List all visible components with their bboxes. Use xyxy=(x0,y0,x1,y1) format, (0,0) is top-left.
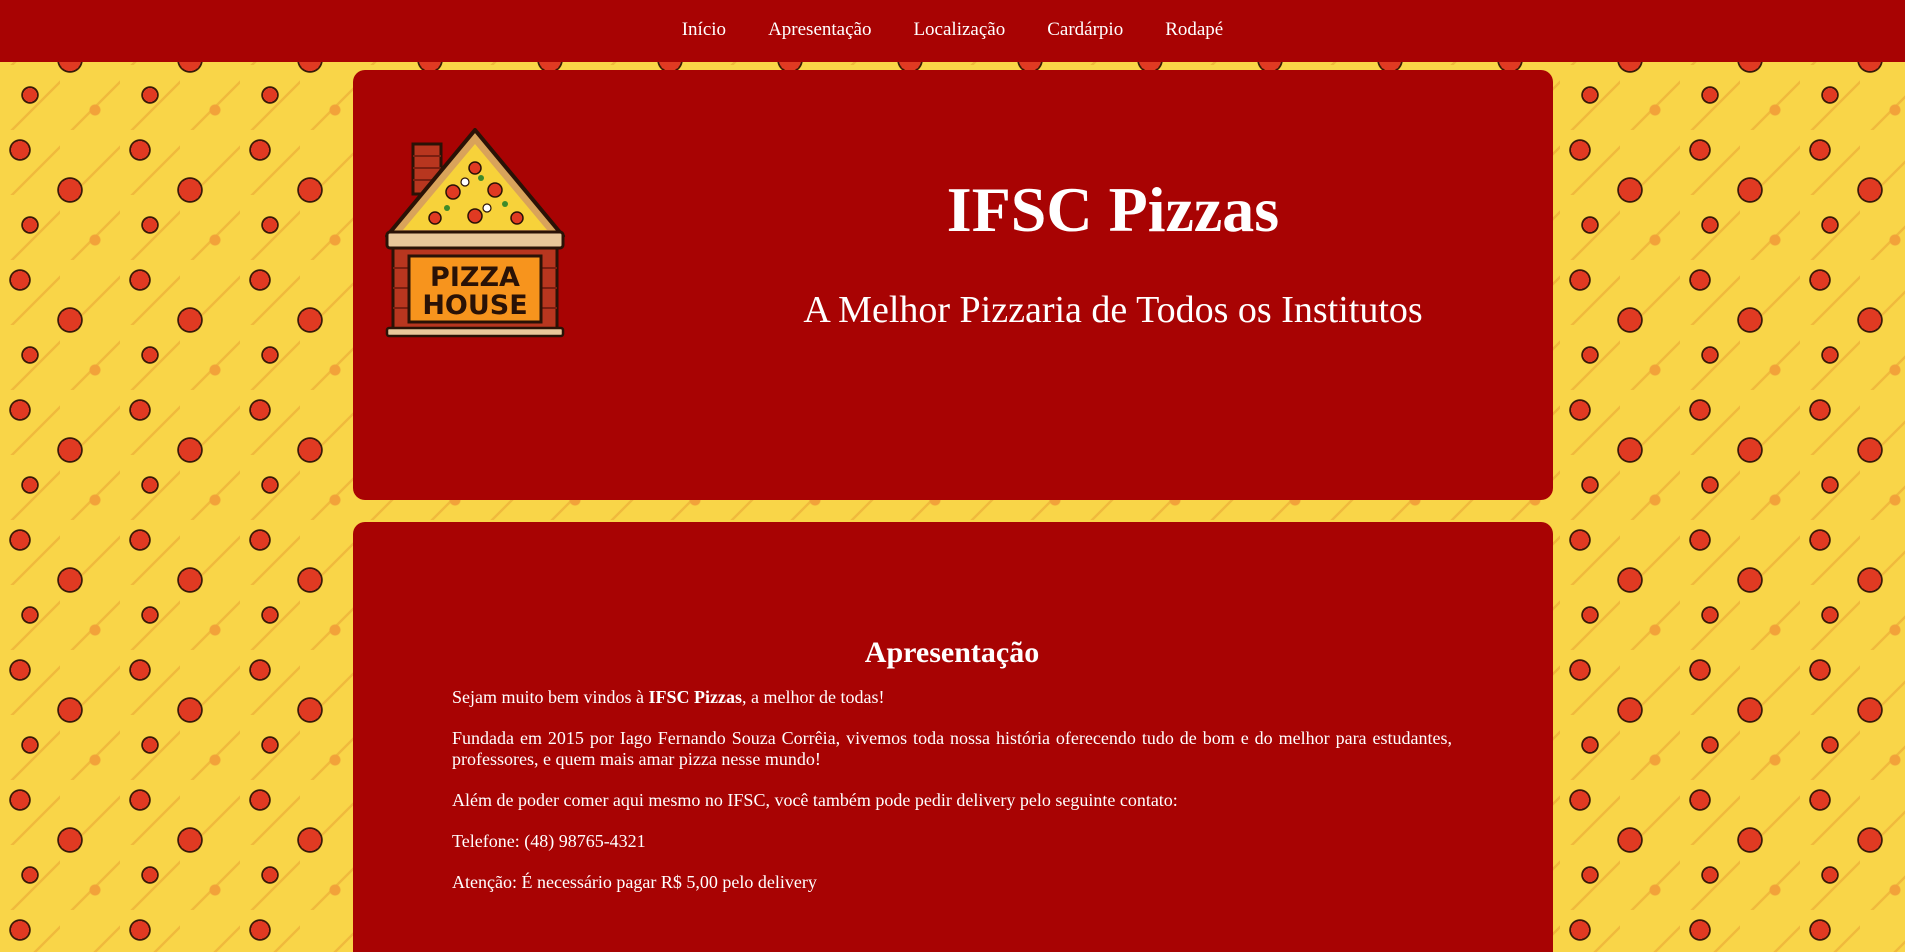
nav-link-inicio[interactable]: Início xyxy=(682,19,726,43)
phone-paragraph: Telefone: (48) 98765-4321 xyxy=(452,831,646,851)
welcome-paragraph: Sejam muito bem vindos à IFSC Pizzas, a … xyxy=(452,687,1452,708)
welcome-brand: IFSC Pizzas xyxy=(648,687,742,707)
page-subtitle: A Melhor Pizzaria de Todos os Institutos xyxy=(803,289,1423,331)
notice-paragraph: Atenção: É necessário pagar R$ 5,00 pelo… xyxy=(452,872,817,892)
apresentacao-content: Apresentação Sejam muito bem vindos à IF… xyxy=(452,635,1452,913)
apresentacao-heading: Apresentação xyxy=(864,636,1040,669)
delivery-paragraph: Além de poder comer aqui mesmo no IFSC, … xyxy=(452,790,1178,810)
nav-link-localizacao[interactable]: Localização xyxy=(913,19,1005,43)
apresentacao-section: Apresentação Sejam muito bem vindos à IF… xyxy=(353,522,1553,952)
logo-text-pizza: PIZZA xyxy=(430,262,520,293)
history-paragraph: Fundada em 2015 por Iago Fernando Souza … xyxy=(452,728,1452,769)
hero-panel: PIZZA HOUSE IFSC Pizzas A Melhor Pizzari… xyxy=(353,70,1553,500)
pizza-house-logo: PIZZA HOUSE xyxy=(385,128,565,338)
top-navbar: Início Apresentação Localização Cardárpi… xyxy=(0,0,1905,62)
nav-link-rodape[interactable]: Rodapé xyxy=(1165,19,1223,43)
welcome-suffix: , a melhor de todas! xyxy=(741,687,885,707)
logo-text-house: HOUSE xyxy=(422,290,527,321)
welcome-prefix: Sejam muito bem vindos à xyxy=(452,687,649,707)
nav-link-cardapio[interactable]: Cardárpio xyxy=(1047,19,1123,43)
nav-link-apresentacao[interactable]: Apresentação xyxy=(768,19,871,43)
page-title: IFSC Pizzas xyxy=(946,174,1280,245)
